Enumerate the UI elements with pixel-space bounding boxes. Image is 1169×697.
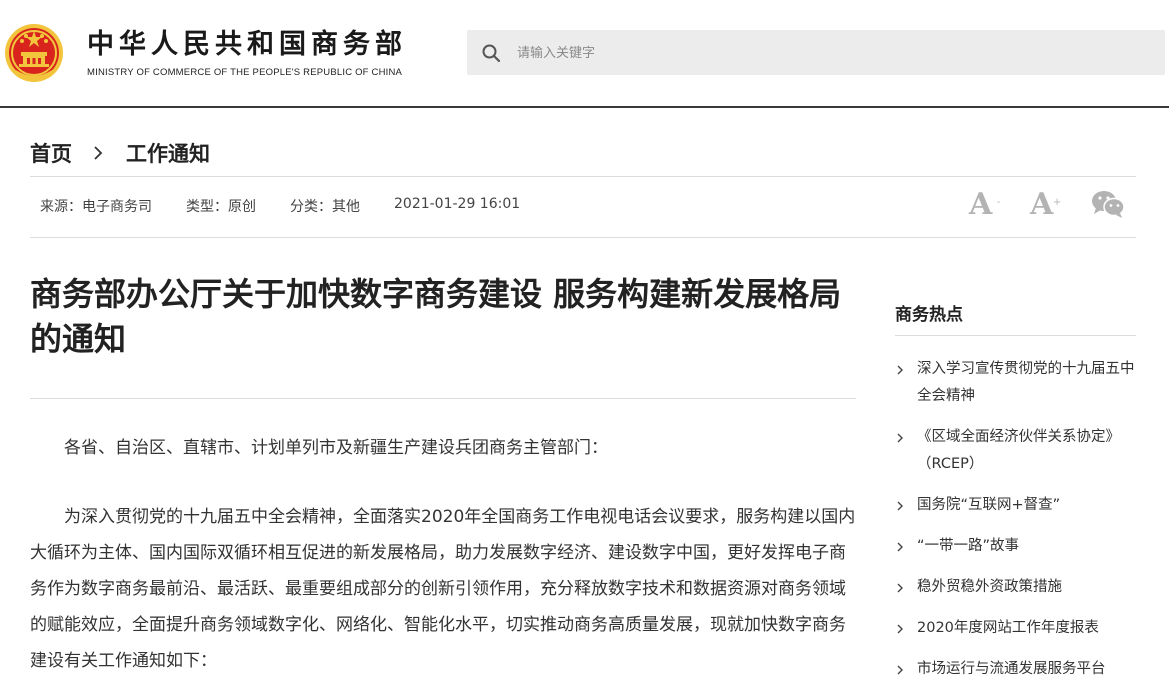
divider	[895, 335, 1136, 336]
breadcrumb-current-link[interactable]: 工作通知	[126, 138, 210, 168]
meta-datetime: 2021-01-29 16:01	[394, 196, 521, 212]
chevron-right-icon	[94, 146, 103, 160]
hot-topic-item[interactable]: 2020年度网站工作年度报表	[895, 615, 1136, 642]
article-title: 商务部办公厅关于加快数字商务建设 服务构建新发展格局的通知	[30, 275, 842, 358]
meta-category: 分类：其他	[290, 199, 360, 215]
org-name-en: MINISTRY OF COMMERCE OF THE PEOPLE'S REP…	[87, 67, 403, 78]
search-icon[interactable]	[481, 43, 501, 63]
chevron-right-icon	[897, 365, 903, 375]
site-header: 中华人民共和国商务部 MINISTRY OF COMMERCE OF THE P…	[0, 0, 1169, 108]
chevron-right-icon	[897, 542, 903, 552]
hot-topic-item[interactable]: 国务院“互联网+督查”	[895, 492, 1136, 519]
hot-topic-label: 市场运行与流通发展服务平台	[917, 661, 1106, 677]
hot-topics-list: 深入学习宣传贯彻党的十九届五中全会精神 《区域全面经济伙伴关系协定》（RCEP）…	[895, 356, 1136, 697]
article-tools: A- A +	[966, 186, 1136, 226]
hot-topic-label: 2020年度网站工作年度报表	[917, 620, 1099, 636]
chevron-right-icon	[897, 433, 903, 443]
divider	[30, 237, 1136, 238]
hot-topic-label: 国务院“互联网+督查”	[917, 497, 1061, 513]
divider	[30, 176, 1136, 177]
font-decrease-button[interactable]: A-	[969, 187, 1000, 222]
breadcrumb: 首页 工作通知	[30, 138, 210, 168]
meta-type: 类型：原创	[186, 199, 256, 215]
font-increase-glyph: A	[1030, 187, 1054, 222]
font-decrease-sign: -	[996, 197, 1001, 208]
hot-topic-label: 《区域全面经济伙伴关系协定》（RCEP）	[917, 429, 1120, 472]
wechat-icon[interactable]	[1090, 188, 1126, 220]
chevron-right-icon	[897, 624, 903, 634]
article-salutation: 各省、自治区、直辖市、计划单列市及新疆生产建设兵团商务主管部门：	[64, 438, 608, 458]
article-paragraph: 为深入贯彻党的十九届五中全会精神，全面落实2020年全国商务工作电视电话会议要求…	[30, 507, 856, 671]
national-emblem-icon[interactable]	[4, 22, 64, 84]
chevron-right-icon	[897, 501, 903, 511]
chevron-right-icon	[897, 583, 903, 593]
hot-topic-label: 稳外贸稳外资政策措施	[917, 579, 1062, 595]
article-meta: 来源：电子商务司 类型：原创 分类：其他 2021-01-29 16:01	[40, 196, 520, 216]
sidebar-title: 商务热点	[895, 305, 963, 325]
hot-topic-label: “一带一路”故事	[917, 538, 1020, 554]
hot-topic-item[interactable]: 稳外贸稳外资政策措施	[895, 574, 1136, 601]
hot-topic-label: 深入学习宣传贯彻党的十九届五中全会精神	[917, 361, 1135, 404]
breadcrumb-home-link[interactable]: 首页	[30, 138, 72, 168]
font-increase-button[interactable]: A +	[1030, 187, 1061, 222]
hot-topic-item[interactable]: 市场运行与流通发展服务平台	[895, 656, 1136, 683]
hot-topic-item[interactable]: 《区域全面经济伙伴关系协定》（RCEP）	[895, 424, 1136, 478]
org-name-cn[interactable]: 中华人民共和国商务部	[87, 28, 407, 62]
search-bar[interactable]	[467, 30, 1165, 75]
font-decrease-glyph: A	[969, 187, 993, 222]
hot-topic-item[interactable]: 深入学习宣传贯彻党的十九届五中全会精神	[895, 356, 1136, 410]
font-increase-sign: +	[1052, 197, 1062, 208]
hot-topic-item[interactable]: “一带一路”故事	[895, 533, 1136, 560]
article-body: 各省、自治区、直辖市、计划单列市及新疆生产建设兵团商务主管部门： 为深入贯彻党的…	[30, 430, 856, 679]
search-input[interactable]	[515, 38, 1139, 69]
meta-source: 来源：电子商务司	[40, 199, 152, 215]
divider	[30, 398, 856, 399]
